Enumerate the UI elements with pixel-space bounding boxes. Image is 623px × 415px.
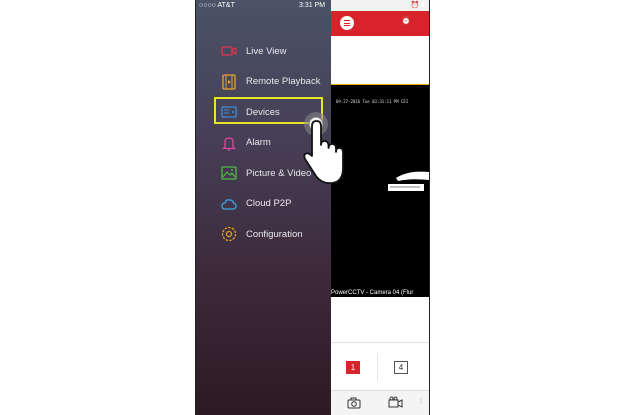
phone-screen: ○○○○ AT&T 3:31 PM ⏰ ▮ Live View Remote P… xyxy=(195,0,430,415)
carrier-label: ○○○○ AT&T xyxy=(199,2,235,9)
tool-bar: ⁞ xyxy=(331,390,429,415)
menu-label: Configuration xyxy=(246,228,303,240)
menu-toggle-button[interactable] xyxy=(340,16,354,30)
clock: 3:31 PM xyxy=(299,2,326,9)
divider xyxy=(377,353,378,381)
video-scene xyxy=(388,171,429,191)
menu-label: Cloud P2P xyxy=(246,198,292,210)
menu-item-cloud-p2p[interactable]: Cloud P2P xyxy=(196,189,331,220)
gear-icon xyxy=(220,225,238,243)
film-icon xyxy=(220,73,238,91)
camera-icon xyxy=(220,42,238,60)
status-icons: ⏰ ▮ xyxy=(410,2,425,9)
menu-label: Alarm xyxy=(246,137,271,149)
menu-item-configuration[interactable]: Configuration xyxy=(196,219,331,250)
video-osd-timestamp: 09-27-2016 Tue 03:31:11 PM CEI xyxy=(336,99,409,104)
snapshot-icon[interactable] xyxy=(347,397,361,409)
menu-item-remote-playback[interactable]: Remote Playback xyxy=(196,67,331,98)
empty-area-lower xyxy=(331,297,429,342)
cloud-icon xyxy=(220,195,238,213)
live-view-panel: ⏰ 09-27-2016 Tue 03:31:11 PM CEI PowerCC… xyxy=(331,0,429,415)
camera-label: PowerCCTV - Camera 04 (Flur xyxy=(331,289,429,297)
record-icon[interactable] xyxy=(388,396,404,409)
layout-bar: 1 4 xyxy=(331,342,429,391)
alarm-clock-icon: ⏰ xyxy=(401,16,411,25)
pointing-hand-icon xyxy=(303,112,344,185)
empty-area xyxy=(331,36,429,83)
menu-label: Live View xyxy=(246,45,287,57)
status-bar: ○○○○ AT&T 3:31 PM ⏰ ▮ xyxy=(196,0,429,11)
bell-icon xyxy=(220,134,238,152)
quad-view-button[interactable]: 4 xyxy=(394,361,408,374)
single-view-button[interactable]: 1 xyxy=(346,361,360,374)
more-indicator-icon: ⁞ xyxy=(420,397,423,406)
top-bar: ⏰ xyxy=(331,11,429,36)
menu-item-live-view[interactable]: Live View xyxy=(196,36,331,67)
picture-icon xyxy=(220,164,238,182)
menu-label: Remote Playback xyxy=(246,76,321,88)
